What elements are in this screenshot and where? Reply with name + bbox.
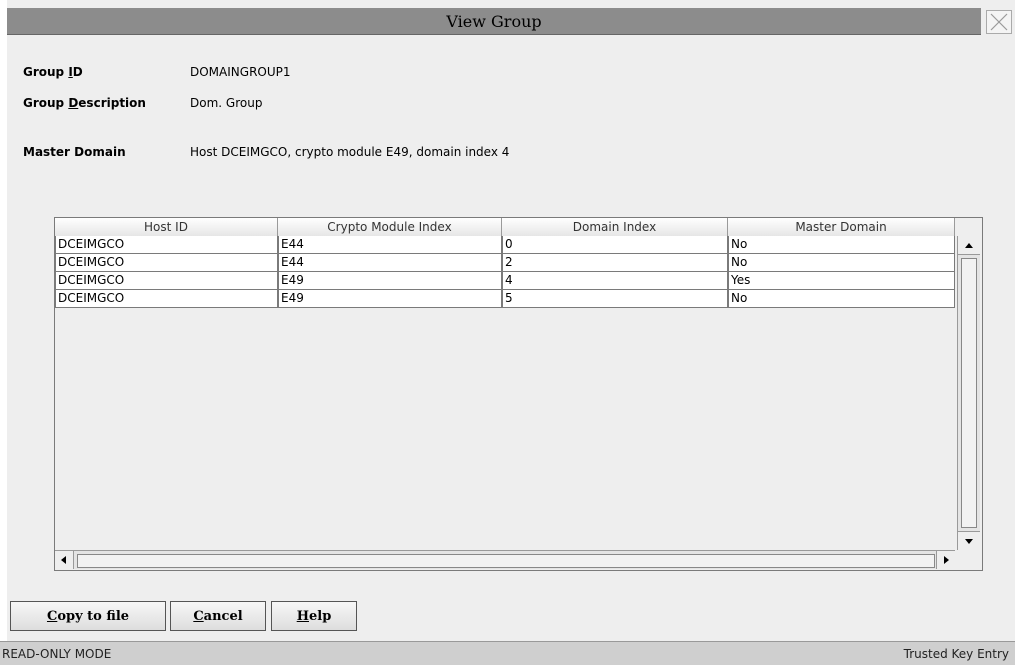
status-app-name: Trusted Key Entry [903, 647, 1009, 661]
master-domain-value: Host DCEIMGCO, crypto module E49, domain… [190, 145, 510, 159]
view-group-dialog: View Group Group ID DOMAINGROUP1 Group D… [7, 0, 1015, 664]
table-body: DCEIMGCO E44 0 No DCEIMGCO E44 2 No DCEI… [55, 236, 955, 308]
horizontal-scrollbar[interactable] [55, 550, 955, 569]
cell-domain-index: 5 [502, 290, 728, 308]
cell-master-domain: No [728, 254, 955, 272]
help-button[interactable]: Help [271, 601, 357, 631]
cell-crypto-module-index: E49 [278, 290, 502, 308]
group-id-value: DOMAINGROUP1 [190, 65, 291, 79]
scroll-left-button[interactable] [55, 551, 74, 569]
cell-domain-index: 2 [502, 254, 728, 272]
group-description-value: Dom. Group [190, 96, 263, 110]
column-header-host-id[interactable]: Host ID [55, 218, 278, 236]
cancel-button[interactable]: Cancel [170, 601, 266, 631]
cell-crypto-module-index: E49 [278, 272, 502, 290]
vertical-scroll-thumb[interactable] [961, 258, 977, 528]
status-bar: READ-ONLY MODE Trusted Key Entry [0, 641, 1015, 665]
arrow-left-icon [61, 556, 66, 564]
window-title: View Group [446, 12, 542, 31]
column-header-master-domain[interactable]: Master Domain [728, 218, 955, 236]
status-mode: READ-ONLY MODE [2, 647, 112, 661]
master-domain-label: Master Domain [23, 145, 126, 159]
cell-host-id: DCEIMGCO [55, 290, 278, 308]
table-header: Host ID Crypto Module Index Domain Index… [55, 218, 955, 237]
arrow-up-icon [965, 243, 973, 248]
group-id-label: Group ID [23, 65, 83, 79]
column-header-domain-index[interactable]: Domain Index [502, 218, 728, 236]
group-description-label: Group Description [23, 96, 146, 110]
cell-domain-index: 4 [502, 272, 728, 290]
cell-crypto-module-index: E44 [278, 254, 502, 272]
table-row[interactable]: DCEIMGCO E49 4 Yes [55, 272, 955, 290]
copy-to-file-button[interactable]: Copy to file [10, 601, 166, 631]
cell-master-domain: Yes [728, 272, 955, 290]
cell-master-domain: No [728, 236, 955, 254]
cell-host-id: DCEIMGCO [55, 236, 278, 254]
table-row[interactable]: DCEIMGCO E44 2 No [55, 254, 955, 272]
scroll-right-button[interactable] [936, 551, 955, 569]
scroll-up-button[interactable] [958, 236, 980, 255]
cell-master-domain: No [728, 290, 955, 308]
domains-table: Host ID Crypto Module Index Domain Index… [54, 217, 983, 571]
cell-domain-index: 0 [502, 236, 728, 254]
table-row[interactable]: DCEIMGCO E44 0 No [55, 236, 955, 254]
cell-host-id: DCEIMGCO [55, 272, 278, 290]
table-row[interactable]: DCEIMGCO E49 5 No [55, 290, 955, 308]
title-bar[interactable]: View Group [7, 8, 981, 35]
column-header-crypto-module-index[interactable]: Crypto Module Index [278, 218, 502, 236]
cell-host-id: DCEIMGCO [55, 254, 278, 272]
arrow-down-icon [965, 539, 973, 544]
cell-crypto-module-index: E44 [278, 236, 502, 254]
horizontal-scroll-thumb[interactable] [77, 554, 935, 568]
vertical-scrollbar[interactable] [957, 236, 980, 550]
arrow-right-icon [944, 556, 949, 564]
scroll-down-button[interactable] [958, 531, 980, 550]
close-button[interactable] [986, 10, 1012, 34]
close-icon [990, 13, 1008, 31]
